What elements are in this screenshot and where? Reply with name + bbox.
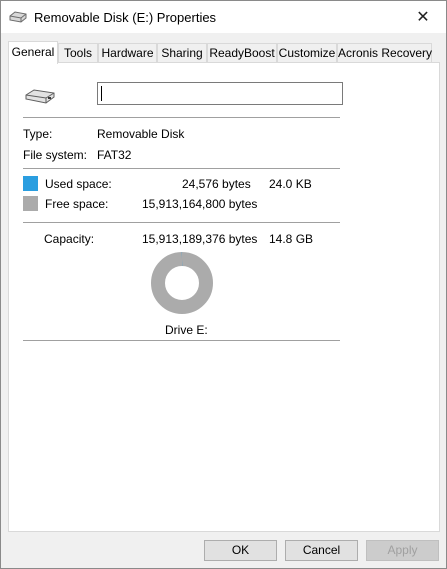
- capacity-bytes: 15,913,189,376 bytes: [142, 232, 258, 246]
- free-space-bytes: 15,913,164,800 bytes: [142, 197, 258, 211]
- free-space-label: Free space:: [45, 197, 109, 211]
- cancel-button[interactable]: Cancel: [285, 540, 358, 561]
- title-bar: Removable Disk (E:) Properties ✕: [1, 1, 446, 33]
- file-system-value: FAT32: [97, 148, 132, 162]
- drive-name-input[interactable]: [97, 82, 343, 105]
- tab-readyboost[interactable]: ReadyBoost: [207, 43, 277, 63]
- separator: [23, 117, 340, 118]
- tab-sharing[interactable]: Sharing: [157, 43, 207, 63]
- tab-tools[interactable]: Tools: [58, 43, 98, 63]
- tab-customize[interactable]: Customize: [277, 43, 337, 63]
- removable-drive-icon: [25, 89, 55, 104]
- separator: [23, 168, 340, 169]
- apply-button[interactable]: Apply: [366, 540, 439, 561]
- separator: [23, 222, 340, 223]
- used-space-bytes: 24,576 bytes: [182, 177, 251, 191]
- ok-button[interactable]: OK: [204, 540, 277, 561]
- close-icon: ✕: [416, 9, 430, 26]
- properties-window: Removable Disk (E:) Properties ✕ General…: [0, 0, 447, 569]
- type-value: Removable Disk: [97, 127, 185, 141]
- capacity-label: Capacity:: [44, 232, 95, 246]
- general-panel: Type: Removable Disk File system: FAT32 …: [8, 62, 440, 532]
- usage-donut-chart: [151, 252, 213, 314]
- type-label: Type:: [23, 127, 53, 141]
- file-system-label: File system:: [23, 148, 88, 162]
- text-caret: [101, 86, 102, 101]
- donut-free-ring: [151, 252, 213, 314]
- drive-label: Drive E:: [165, 323, 208, 337]
- close-button[interactable]: ✕: [400, 1, 446, 33]
- used-space-size: 24.0 KB: [269, 177, 312, 191]
- tab-general[interactable]: General: [8, 41, 58, 64]
- tab-hardware[interactable]: Hardware: [98, 43, 157, 63]
- free-space-swatch: [23, 196, 38, 211]
- capacity-size: 14.8 GB: [269, 232, 314, 246]
- used-space-label: Used space:: [45, 177, 112, 191]
- tab-acronis-recovery[interactable]: Acronis Recovery: [337, 43, 432, 63]
- window-title: Removable Disk (E:) Properties: [34, 10, 217, 25]
- separator: [23, 340, 340, 341]
- used-space-swatch: [23, 176, 38, 191]
- removable-drive-icon: [9, 11, 27, 23]
